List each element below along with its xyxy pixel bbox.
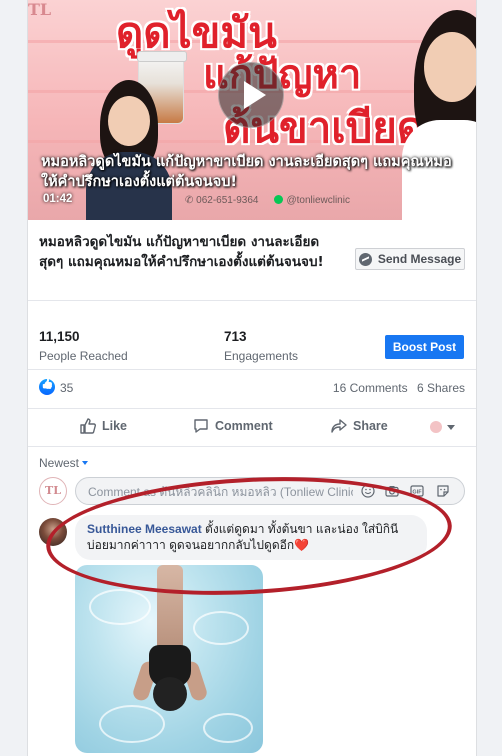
comment-button[interactable]: Comment <box>193 418 273 434</box>
engagements-label: Engagements <box>224 349 299 363</box>
post-title-bar: หมอหลิวดูดไขมัน แก้ปัญหาขาเบียด งานละเอี… <box>28 220 476 301</box>
video-phone: 062-651-9364 <box>196 195 259 206</box>
post-actions: Like Comment Share <box>28 408 476 447</box>
svg-text:GIF: GIF <box>412 489 422 495</box>
doctor-left-image <box>56 80 196 220</box>
camera-icon[interactable] <box>385 484 399 498</box>
chevron-down-icon <box>82 461 89 465</box>
post-as-selector[interactable] <box>430 421 455 433</box>
swimmer-head <box>153 677 187 711</box>
comment-label: Comment <box>215 419 273 433</box>
comment-attached-photo[interactable] <box>75 565 263 753</box>
post-card: TL ดูดไขมัน แก้ปัญหา ต้นขาเบียด หมอหลิวด… <box>27 0 477 756</box>
post-insights: 11,150 People Reached 713 Engagements Bo… <box>28 301 476 370</box>
commenter-avatar[interactable] <box>39 518 67 546</box>
water-ripple <box>99 705 165 743</box>
heart-emoji: ❤️ <box>294 538 310 552</box>
like-label: Like <box>102 419 128 433</box>
comment-input[interactable] <box>86 483 355 501</box>
page-avatar-icon <box>430 421 442 433</box>
comment-sort-dropdown[interactable]: Newest <box>39 456 89 470</box>
line-icon <box>274 195 284 204</box>
like-reaction-icon[interactable] <box>39 379 55 395</box>
like-button[interactable]: Like <box>80 418 127 434</box>
engagements-value: 713 <box>224 329 247 344</box>
thumbs-up-icon <box>80 418 96 434</box>
send-message-button[interactable]: Send Message <box>355 248 465 270</box>
comment-bubble: Sutthinee Meesawat ตั้งแต่ดูดมา ทั้งต้นข… <box>75 515 427 560</box>
sticker-icon[interactable] <box>436 484 450 498</box>
water-ripple <box>203 713 253 743</box>
water-ripple <box>193 611 249 645</box>
emoji-icon[interactable] <box>361 484 375 498</box>
video-contact-info: ✆ 062-651-9364 @tonliewclinic <box>185 195 350 206</box>
chevron-down-icon <box>447 424 455 430</box>
people-reached-label: People Reached <box>39 349 128 363</box>
boost-post-button[interactable]: Boost Post <box>385 335 464 359</box>
comment-share-counts: 16 Comments 6 Shares <box>327 381 465 395</box>
gif-icon[interactable]: GIF <box>410 484 424 498</box>
water-ripple <box>89 589 151 625</box>
reaction-count[interactable]: 35 <box>60 381 73 395</box>
play-icon[interactable] <box>218 62 284 128</box>
shares-count[interactable]: 6 Shares <box>417 381 465 395</box>
comment-composer[interactable]: GIF <box>75 477 465 505</box>
messenger-icon <box>358 252 372 266</box>
comment-author[interactable]: Sutthinee Meesawat <box>87 522 202 536</box>
sort-label: Newest <box>39 456 80 470</box>
phone-icon: ✆ <box>185 195 197 206</box>
share-arrow-icon <box>331 419 347 433</box>
send-message-label: Send Message <box>377 252 462 266</box>
video-line-id: @tonliewclinic <box>286 195 350 206</box>
video-overlay-title: หมอหลิวดูดไขมัน แก้ปัญหาขาเบียด งานละเอี… <box>41 154 452 190</box>
post-heading: หมอหลิวดูดไขมัน แก้ปัญหาขาเบียด งานละเอี… <box>39 234 324 270</box>
people-reached-stat: 11,150 People Reached <box>39 329 128 363</box>
comment-icon <box>194 419 208 433</box>
video-player[interactable]: TL ดูดไขมัน แก้ปัญหา ต้นขาเบียด หมอหลิวด… <box>28 0 476 220</box>
page-avatar: TL <box>39 477 67 505</box>
share-label: Share <box>353 419 388 433</box>
reactions-bar: 35 16 Comments 6 Shares <box>28 370 476 409</box>
engagements-stat: 713 Engagements <box>224 329 298 363</box>
share-button[interactable]: Share <box>331 418 388 434</box>
clinic-logo: TL <box>28 0 52 19</box>
video-duration: 01:42 <box>43 193 73 205</box>
people-reached-value: 11,150 <box>39 329 80 344</box>
comments-count[interactable]: 16 Comments <box>333 381 408 395</box>
